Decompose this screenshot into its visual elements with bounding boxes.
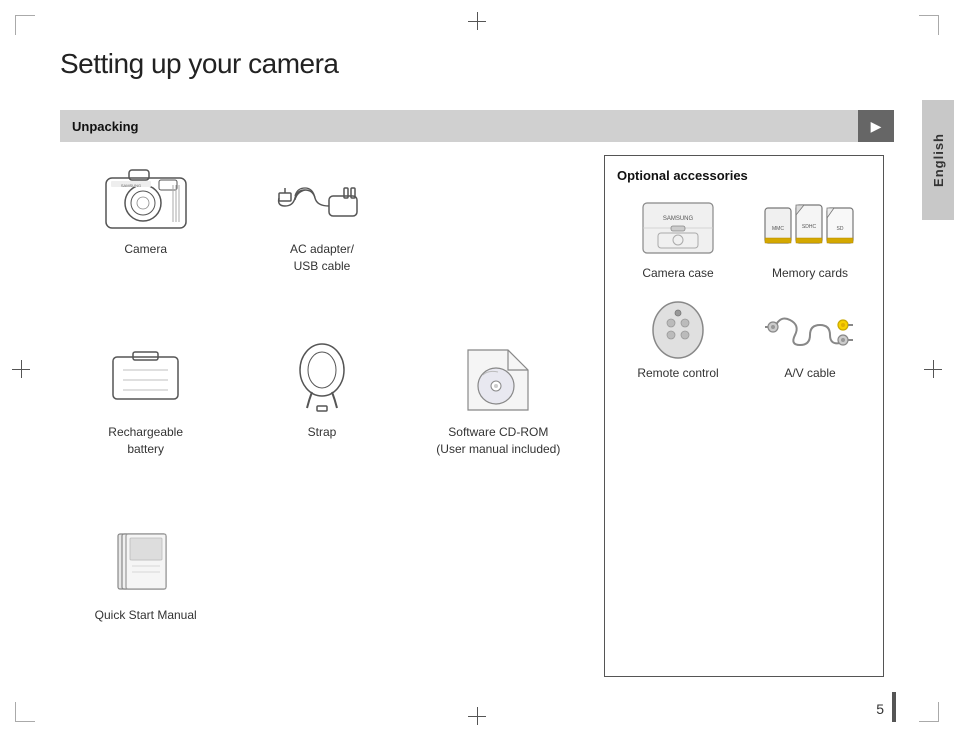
accessory-av-cable: A/V cable xyxy=(749,295,871,380)
memory-cards-icon: MMC SDHC SD xyxy=(760,195,860,260)
accessories-box: Optional accessories SAMSUNG xyxy=(604,155,884,677)
strap-label: Strap xyxy=(308,424,337,441)
corner-br xyxy=(919,702,939,722)
language-tab-label: English xyxy=(931,133,946,187)
camera-case-label: Camera case xyxy=(642,266,713,280)
item-ac-adapter: AC adapter/USB cable xyxy=(236,155,407,275)
svg-text:SDHC: SDHC xyxy=(802,224,817,230)
item-camera: SAMSUNG Camera xyxy=(60,155,231,258)
accessory-camera-case: SAMSUNG Camera case xyxy=(617,195,739,280)
svg-text:SD: SD xyxy=(837,226,844,232)
item-quick-start: Quick Start Manual xyxy=(60,521,231,624)
ac-adapter-label: AC adapter/USB cable xyxy=(290,241,354,275)
ac-adapter-icon xyxy=(272,155,372,235)
item-cd-rom: Software CD-ROM(User manual included) xyxy=(413,338,584,458)
corner-bl xyxy=(15,702,35,722)
item-battery: Rechargeablebattery xyxy=(60,338,231,458)
remote-control-label: Remote control xyxy=(637,366,718,380)
page-title: Setting up your camera xyxy=(60,48,339,80)
camera-case-icon: SAMSUNG xyxy=(628,195,728,260)
crosshair-top xyxy=(468,12,486,30)
svg-text:SAMSUNG: SAMSUNG xyxy=(663,216,694,222)
section-bar-arrow: ▶ xyxy=(858,110,894,142)
camera-label: Camera xyxy=(124,241,167,258)
memory-cards-label: Memory cards xyxy=(772,266,848,280)
section-bar: Unpacking ▶ xyxy=(60,110,894,142)
strap-icon xyxy=(272,338,372,418)
crosshair-left xyxy=(12,360,30,378)
quick-start-label: Quick Start Manual xyxy=(95,607,197,624)
page-number: 5 xyxy=(876,701,884,717)
section-bar-label: Unpacking xyxy=(72,119,138,134)
av-cable-icon xyxy=(760,295,860,360)
crosshair-right xyxy=(924,360,942,378)
accessories-grid: SAMSUNG Camera case xyxy=(617,195,871,380)
camera-icon: SAMSUNG xyxy=(96,155,196,235)
av-cable-label: A/V cable xyxy=(784,366,835,380)
svg-text:SAMSUNG: SAMSUNG xyxy=(121,183,141,188)
item-strap: Strap xyxy=(236,338,407,441)
accessory-remote-control: Remote control xyxy=(617,295,739,380)
main-content: SAMSUNG Camera xyxy=(60,155,884,677)
corner-tr xyxy=(919,15,939,35)
items-grid: SAMSUNG Camera xyxy=(60,155,584,677)
crosshair-bottom xyxy=(468,707,486,725)
accessories-title: Optional accessories xyxy=(617,168,871,183)
battery-label: Rechargeablebattery xyxy=(108,424,183,458)
language-tab: English xyxy=(922,100,954,220)
remote-control-icon xyxy=(628,295,728,360)
cd-rom-icon xyxy=(448,338,548,418)
cd-rom-label: Software CD-ROM(User manual included) xyxy=(436,424,560,458)
page-number-bar xyxy=(892,692,896,722)
battery-icon xyxy=(96,338,196,418)
quick-start-icon xyxy=(96,521,196,601)
corner-tl xyxy=(15,15,35,35)
accessory-memory-cards: MMC SDHC SD Memory xyxy=(749,195,871,280)
svg-text:MMC: MMC xyxy=(772,226,784,232)
